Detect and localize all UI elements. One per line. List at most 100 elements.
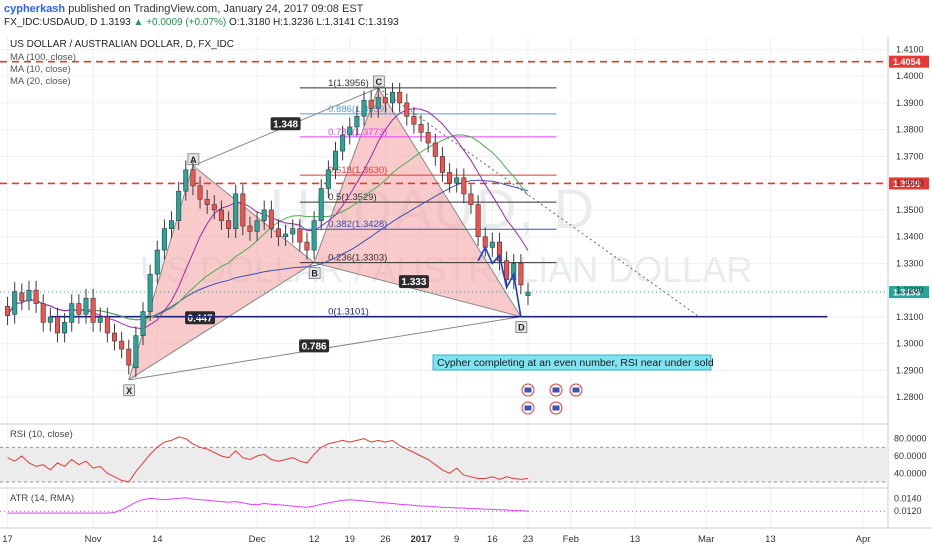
candle-up: [161, 228, 167, 251]
pattern-point-label: C: [376, 77, 383, 87]
candle-up: [290, 228, 296, 235]
rsi-label: RSI (10, close): [10, 429, 73, 440]
candle-down: [54, 316, 60, 334]
candle-down: [404, 102, 410, 117]
author-link[interactable]: cypherkash: [4, 3, 65, 15]
candle-down: [33, 289, 39, 304]
candle-down: [104, 316, 110, 334]
candle-down: [411, 115, 417, 125]
candle-up: [133, 335, 139, 369]
price-change: ▲ +0.0009 (+0.07%): [133, 17, 227, 28]
candle-down: [368, 99, 374, 109]
candle-up: [254, 220, 260, 232]
time-tick-label: Feb: [563, 534, 579, 545]
event-flag-icon: [572, 387, 580, 393]
event-flag-icon: [552, 387, 560, 393]
candle-up: [340, 134, 346, 152]
price-tick-label: 1.3000: [896, 339, 924, 349]
time-tick-label: Apr: [856, 534, 871, 545]
candle-up: [325, 169, 331, 189]
time-tick-label: Dec: [249, 534, 266, 545]
ratio-label: 1.333: [401, 277, 426, 288]
time-tick-label: 23: [523, 534, 534, 545]
candle-up: [62, 322, 68, 334]
ratio-label: 0.447: [188, 313, 213, 324]
time-tick-label: 13: [765, 534, 776, 545]
candle-down: [240, 193, 246, 227]
candle-down: [297, 228, 303, 243]
fib-level-label: 0.382(1.3428): [328, 219, 387, 230]
candle-down: [439, 156, 445, 173]
candle-down: [397, 91, 403, 104]
fib-level-label: 0.236(1.3303): [328, 253, 387, 264]
candle-down: [211, 204, 217, 211]
time-tick-label: 26: [380, 534, 391, 545]
candle-down: [190, 169, 196, 187]
price-badge-text: 1.4054: [893, 57, 921, 67]
candle-up: [525, 291, 531, 296]
candle-up: [26, 289, 32, 302]
candle-up: [489, 241, 495, 248]
candle-down: [5, 305, 11, 316]
pattern-point-label: B: [311, 269, 318, 279]
pattern-point-label: A: [190, 155, 197, 165]
rsi-band: [0, 447, 888, 482]
candle-up: [347, 126, 353, 136]
fib-level-label: 0.786(1.3773): [328, 127, 387, 138]
fib-level-label: 0.5(1.3529): [328, 192, 377, 203]
candle-up: [311, 220, 317, 251]
candle-up: [283, 233, 289, 237]
candle-up: [354, 115, 360, 128]
candle-up: [169, 220, 175, 229]
publish-line: cypherkash published on TradingView.com,…: [4, 3, 363, 15]
indicator-legend-item: MA (10, close): [10, 64, 71, 75]
publish-info: published on TradingView.com, January 24…: [68, 3, 364, 15]
candle-up: [83, 297, 89, 315]
atr-label: ATR (14, RMA): [10, 493, 74, 504]
candle-down: [518, 263, 524, 286]
candle-up: [375, 97, 381, 109]
price-tick-label: 1.3400: [896, 232, 924, 242]
ratio-label: 1.348: [273, 119, 298, 130]
time-tick-label: 9: [454, 534, 459, 545]
time-tick-label: 16: [487, 534, 498, 545]
candle-down: [119, 340, 125, 350]
price-tick-label: 1.3600: [896, 178, 924, 188]
event-flag-icon: [552, 405, 560, 411]
candle-down: [19, 292, 25, 302]
candle-up: [47, 316, 53, 323]
candle-down: [111, 332, 118, 342]
price-tick-label: 1.3500: [896, 205, 924, 215]
candle-down: [425, 132, 431, 144]
indicator-legend-item: MA (20, close): [10, 76, 71, 87]
price-tick-label: 1.3200: [896, 285, 924, 295]
candle-up: [261, 209, 267, 221]
time-tick-label: 13: [630, 534, 641, 545]
candle-down: [275, 228, 281, 237]
candle-up: [176, 190, 182, 221]
candle-down: [218, 209, 224, 221]
candle-down: [90, 297, 96, 323]
rsi-tick-label: 80.0000: [894, 434, 927, 444]
candle-down: [468, 193, 474, 205]
time-tick-label: 12: [309, 534, 320, 545]
candle-down: [204, 198, 210, 205]
fib-level-label: 0(1.3101): [328, 307, 369, 318]
candle-down: [76, 303, 82, 315]
price-tick-label: 1.4000: [896, 71, 924, 81]
candle-up: [332, 150, 339, 171]
candle-down: [475, 204, 481, 237]
time-tick-label: 2017: [410, 534, 431, 545]
price-change-value: +0.0009 (+0.07%): [146, 17, 227, 28]
price-tick-label: 1.3700: [896, 151, 924, 161]
pattern-point-label: D: [518, 323, 525, 333]
candle-up: [454, 177, 460, 184]
candle-up: [183, 169, 189, 192]
chart-title: US DOLLAR / AUSTRALIAN DOLLAR, D, FX_IDC: [10, 39, 234, 50]
candle-up: [318, 188, 324, 221]
candle-down: [504, 260, 510, 280]
symbol-line: FX_IDC:USDAUD, D 1.3193 ▲ +0.0009 (+0.07…: [4, 17, 399, 28]
price-tick-label: 1.3900: [896, 98, 924, 108]
candle-up: [390, 91, 396, 104]
candle-down: [382, 97, 388, 104]
